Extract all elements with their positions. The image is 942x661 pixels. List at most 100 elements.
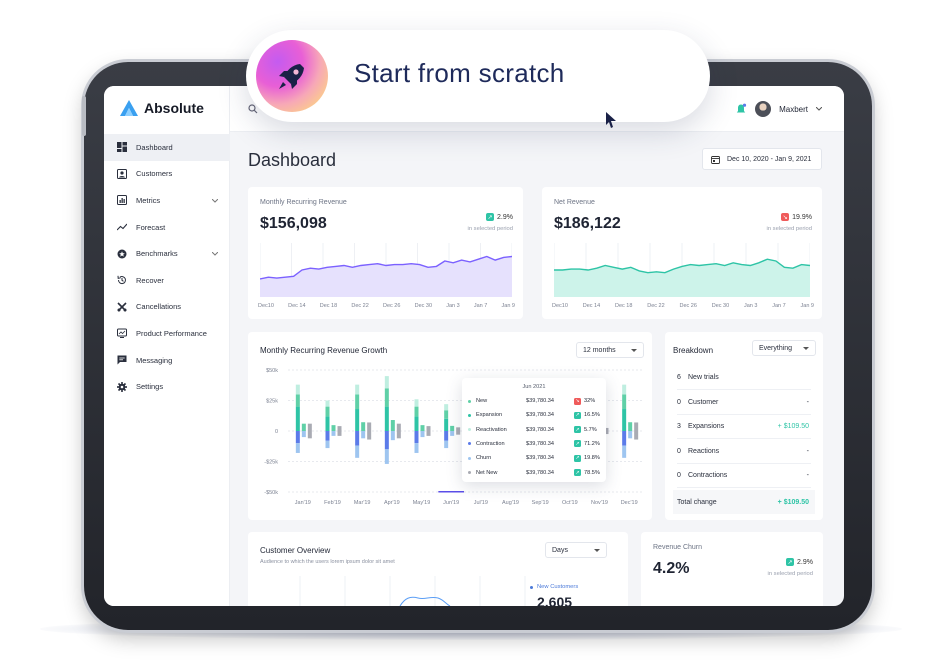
chevron-down-icon[interactable] (211, 196, 219, 205)
tooltip-label: New (476, 398, 488, 404)
sidebar-item-forecast[interactable]: Forecast (104, 214, 230, 241)
sidebar-item-benchmarks[interactable]: Benchmarks (104, 240, 230, 267)
chevron-down-icon[interactable] (211, 249, 219, 258)
customer-overview-legend: New Customers (530, 584, 578, 590)
sidebar-item-product-performance[interactable]: Product Performance (104, 320, 230, 347)
y-tick-label: $50k (266, 368, 278, 374)
bar-new[interactable] (384, 406, 389, 431)
bar-churn[interactable] (444, 440, 449, 449)
customer-overview-period-select[interactable]: Days (545, 542, 607, 558)
bar-expansion[interactable] (420, 425, 425, 431)
x-tick-label: Dec 22 (647, 303, 665, 309)
bar-new[interactable] (414, 416, 419, 431)
bar-contraction[interactable] (295, 431, 300, 444)
bar-contraction[interactable] (414, 431, 419, 444)
page-title: Dashboard (248, 150, 337, 170)
dashboard-icon (116, 142, 127, 153)
bar-expansion[interactable] (628, 422, 633, 431)
bar-new[interactable] (325, 416, 330, 431)
bar-expansion[interactable] (361, 422, 366, 431)
bar-net-new[interactable] (456, 427, 461, 435)
sidebar-item-settings[interactable]: Settings (104, 373, 230, 400)
breakdown-label: New trials (688, 374, 719, 381)
bar-net-new[interactable] (337, 426, 342, 436)
x-tick-label: Dec 18 (614, 303, 633, 309)
avatar[interactable] (755, 101, 772, 117)
brand[interactable]: Absolute (120, 100, 204, 116)
bar-contraction[interactable] (355, 431, 360, 446)
bar-contraction[interactable] (444, 431, 449, 441)
x-tick-label: Dec 26 (382, 303, 401, 309)
bar-expansion[interactable] (301, 423, 306, 431)
bar-expansion[interactable] (295, 394, 300, 407)
bar-contraction[interactable] (384, 431, 389, 450)
bar-reactivation[interactable] (414, 399, 419, 407)
bar-expansion[interactable] (414, 406, 419, 417)
sidebar-item-messaging[interactable]: Messaging (104, 347, 230, 374)
brand-name: Absolute (144, 100, 204, 116)
bar-reactivation[interactable] (444, 404, 449, 411)
chevron-down-icon[interactable] (816, 107, 822, 111)
bar-expansion[interactable] (355, 394, 360, 410)
bar-new[interactable] (444, 418, 449, 431)
breakdown-row: 0 Reactions - (677, 440, 811, 464)
bar-expansion[interactable] (622, 394, 627, 410)
bar-new[interactable] (622, 409, 627, 431)
start-from-scratch-banner[interactable]: Start from scratch (246, 30, 710, 122)
bar-net-new[interactable] (426, 426, 431, 436)
date-range-picker[interactable]: Dec 10, 2020 - Jan 9, 2021 (702, 148, 822, 170)
bar-churn[interactable] (325, 440, 330, 449)
bar-reactivation[interactable] (355, 384, 360, 395)
bar-churn[interactable] (628, 431, 633, 439)
bar-expansion[interactable] (450, 425, 455, 431)
bar-reactivation[interactable] (325, 400, 330, 407)
user-name[interactable]: Maxbert (779, 105, 808, 114)
sidebar-item-cancellations[interactable]: Cancellations (104, 294, 230, 321)
x-tick-label: Dec 22 (351, 303, 369, 309)
bar-new[interactable] (355, 409, 360, 431)
bar-new[interactable] (295, 406, 300, 431)
mrr-delta-value: 2.9% (497, 213, 513, 221)
settings-icon (116, 381, 127, 392)
product-performance-icon (116, 328, 127, 339)
tooltip-label: Expansion (476, 412, 503, 419)
breakdown-filter-select[interactable]: Everything (752, 340, 816, 356)
net-revenue-title: Net Revenue (554, 199, 595, 206)
bar-churn[interactable] (384, 449, 389, 464)
bar-churn[interactable] (301, 431, 306, 438)
bar-churn[interactable] (390, 431, 395, 441)
bar-churn[interactable] (450, 431, 455, 436)
bar-churn[interactable] (331, 431, 336, 436)
bell-icon[interactable] (735, 103, 747, 115)
bar-net-new[interactable] (367, 422, 372, 440)
bar-expansion[interactable] (444, 410, 449, 419)
bar-net-new[interactable] (307, 423, 312, 439)
bar-expansion[interactable] (384, 388, 389, 407)
bar-churn[interactable] (355, 445, 360, 458)
cursor-icon (606, 112, 616, 128)
bar-churn[interactable] (295, 443, 300, 453)
bar-contraction[interactable] (325, 431, 330, 441)
bar-churn[interactable] (361, 431, 366, 439)
sidebar-item-dashboard[interactable]: Dashboard (104, 134, 230, 161)
sidebar-item-metrics[interactable]: Metrics (104, 187, 230, 214)
breakdown-row: 0 Customer - (677, 391, 811, 415)
bar-reactivation[interactable] (622, 384, 627, 395)
forecast-icon (116, 222, 127, 233)
bar-reactivation[interactable] (384, 376, 389, 389)
bar-contraction[interactable] (622, 431, 627, 446)
bar-reactivation[interactable] (295, 384, 300, 395)
bar-churn[interactable] (414, 443, 419, 453)
bar-expansion[interactable] (390, 420, 395, 431)
bar-churn[interactable] (420, 431, 425, 438)
bar-net-new[interactable] (396, 423, 401, 439)
growth-period-select[interactable]: 12 months (576, 342, 644, 358)
bar-expansion[interactable] (325, 406, 330, 417)
bar-net-new[interactable] (634, 422, 639, 440)
sidebar-item-customers[interactable]: Customers (104, 161, 230, 188)
bar-churn[interactable] (622, 445, 627, 458)
legend-dot (468, 471, 471, 474)
bar-expansion[interactable] (331, 425, 336, 431)
sidebar-item-recover[interactable]: Recover (104, 267, 230, 294)
breakdown-label: Reactions (688, 447, 720, 455)
